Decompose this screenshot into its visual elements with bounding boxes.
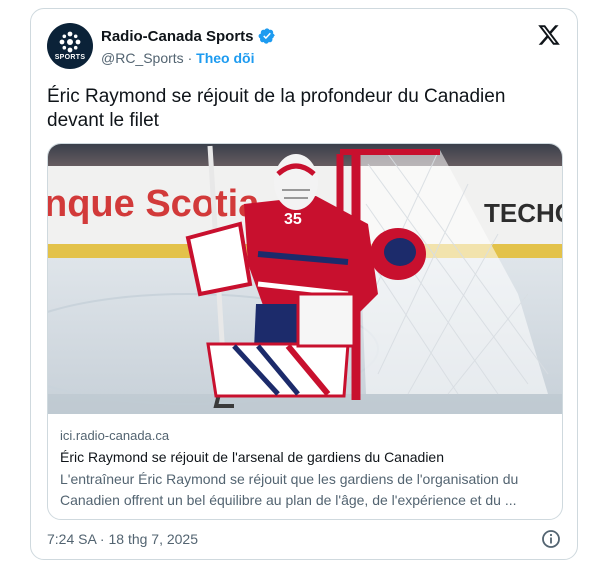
handle-row: @RC_Sports · Theo dõi	[101, 50, 254, 66]
x-logo-icon[interactable]	[537, 23, 561, 52]
avatar[interactable]: SPORTS	[47, 23, 93, 69]
link-description: L'entraîneur Éric Raymond se réjouit que…	[60, 471, 519, 508]
tweet-timestamp[interactable]: 7:24 SA · 18 thg 7, 2025	[47, 531, 198, 547]
radio-canada-gem-icon	[59, 31, 81, 53]
info-icon[interactable]	[541, 529, 561, 554]
jersey-number: 35	[284, 211, 302, 228]
avatar-label: SPORTS	[54, 54, 86, 61]
goalie-photo[interactable]: nque Scotia TECHO	[48, 144, 562, 414]
link-meta: ici.radio-canada.ca Éric Raymond se réjo…	[60, 426, 552, 511]
board-ad-left: nque Scotia	[48, 183, 260, 225]
follow-button[interactable]: Theo dõi	[196, 50, 254, 66]
link-title[interactable]: Éric Raymond se réjouit de l'arsenal de …	[60, 448, 552, 466]
account-name-row: Radio-Canada Sports	[101, 27, 276, 45]
link-domain[interactable]: ici.radio-canada.ca	[60, 426, 552, 446]
handle-separator: ·	[187, 50, 193, 66]
link-preview-card[interactable]: nque Scotia TECHO	[47, 143, 563, 520]
verified-badge-icon[interactable]	[258, 27, 276, 45]
tweet-card: SPORTS Radio-Canada Sports @RC_Sports · …	[30, 8, 578, 560]
display-name[interactable]: Radio-Canada Sports	[101, 28, 254, 45]
account-handle[interactable]: @RC_Sports	[101, 50, 184, 66]
board-ad-right: TECHO	[484, 198, 562, 228]
tweet-text: Éric Raymond se réjouit de la profondeur…	[47, 86, 506, 131]
